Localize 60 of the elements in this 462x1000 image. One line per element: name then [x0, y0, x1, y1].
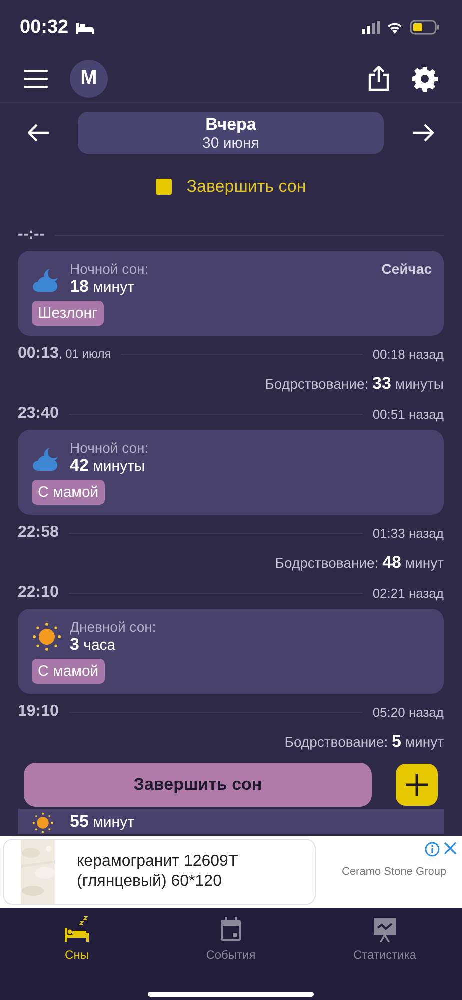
- tab[interactable]: События: [154, 916, 308, 962]
- time-label: 22:58: [18, 524, 59, 542]
- sleep-card[interactable]: Ночной сон: 42 минуты С мамой: [18, 430, 444, 515]
- bed-icon: [74, 21, 95, 34]
- sleep-duration: 18 минут: [70, 277, 136, 297]
- forward-arrow-icon[interactable]: [412, 124, 434, 142]
- ad-text: керамогранит 12609T (глянцевый) 60*120: [77, 852, 239, 892]
- date-selector[interactable]: Вчера 30 июня: [78, 112, 384, 154]
- signal-icon: [362, 21, 380, 34]
- sleep-type: Ночной сон:: [70, 440, 150, 456]
- time-label: 00:13: [18, 345, 59, 363]
- tab[interactable]: Сны: [0, 916, 154, 962]
- battery-icon: [410, 20, 440, 35]
- time-ago: 00:18 назад: [372, 346, 444, 362]
- chart-board-icon: [372, 916, 398, 942]
- bed-icon: [64, 916, 90, 942]
- time-label: 22:10: [18, 584, 59, 602]
- add-button[interactable]: [396, 764, 438, 806]
- sleep-type: Ночной сон:: [70, 261, 150, 277]
- ad-card[interactable]: керамогранит 12609T (глянцевый) 60*120: [3, 839, 316, 905]
- awake-duration: Бодрствование: 33 минуты: [265, 374, 444, 394]
- sleep-duration: 55 минут: [70, 812, 136, 832]
- end-sleep-button[interactable]: Завершить сон: [24, 763, 372, 807]
- sleep-duration: 42 минуты: [70, 456, 146, 476]
- date-title: Вчера: [206, 114, 256, 134]
- menu-icon[interactable]: [24, 68, 48, 88]
- tag[interactable]: С мамой: [32, 480, 105, 505]
- time-ago: 02:21 назад: [372, 586, 444, 600]
- date-label: , 01 июля: [58, 347, 112, 361]
- sleep-type: Дневной сон:: [70, 619, 158, 635]
- plus-icon: [406, 774, 428, 796]
- sleep-card[interactable]: Ночной сон: 18 минут Сейчас Шезлонг: [18, 251, 444, 336]
- time-ago: 00:51 назад: [372, 406, 444, 422]
- date-subtitle: 30 июня: [202, 134, 260, 152]
- calendar-icon: [218, 916, 244, 942]
- share-icon[interactable]: [368, 66, 390, 92]
- tag[interactable]: Шезлонг: [32, 301, 104, 326]
- time-label: 19:10: [18, 703, 59, 721]
- wifi-icon: [386, 21, 404, 34]
- clock-time: 00:32: [20, 16, 69, 38]
- sleep-card[interactable]: 55 минут: [18, 809, 444, 834]
- sleep-duration: 3 часа: [70, 635, 117, 655]
- awake-duration: Бодрствование: 48 минут: [275, 553, 444, 573]
- time-label: --:--: [18, 226, 45, 244]
- advertiser-name: Ceramo Stone Group: [342, 866, 447, 878]
- tag[interactable]: С мамой: [32, 659, 105, 684]
- tab[interactable]: Статистика: [308, 916, 462, 962]
- info-icon[interactable]: [425, 842, 440, 857]
- time-ago: 05:20 назад: [372, 704, 444, 720]
- close-icon[interactable]: [444, 842, 457, 855]
- settings-icon[interactable]: [412, 66, 438, 92]
- time-label: 23:40: [18, 405, 59, 423]
- stop-icon[interactable]: [156, 179, 172, 195]
- sleep-card[interactable]: Дневной сон: 3 часа С мамой: [18, 609, 444, 694]
- status-label: Сейчас: [382, 261, 432, 279]
- end-sleep-link[interactable]: Завершить сон: [186, 177, 306, 197]
- back-arrow-icon[interactable]: [28, 124, 50, 142]
- time-ago: 01:33 назад: [372, 526, 444, 540]
- awake-duration: Бодрствование: 5 минут: [284, 732, 444, 752]
- avatar[interactable]: M: [70, 60, 108, 98]
